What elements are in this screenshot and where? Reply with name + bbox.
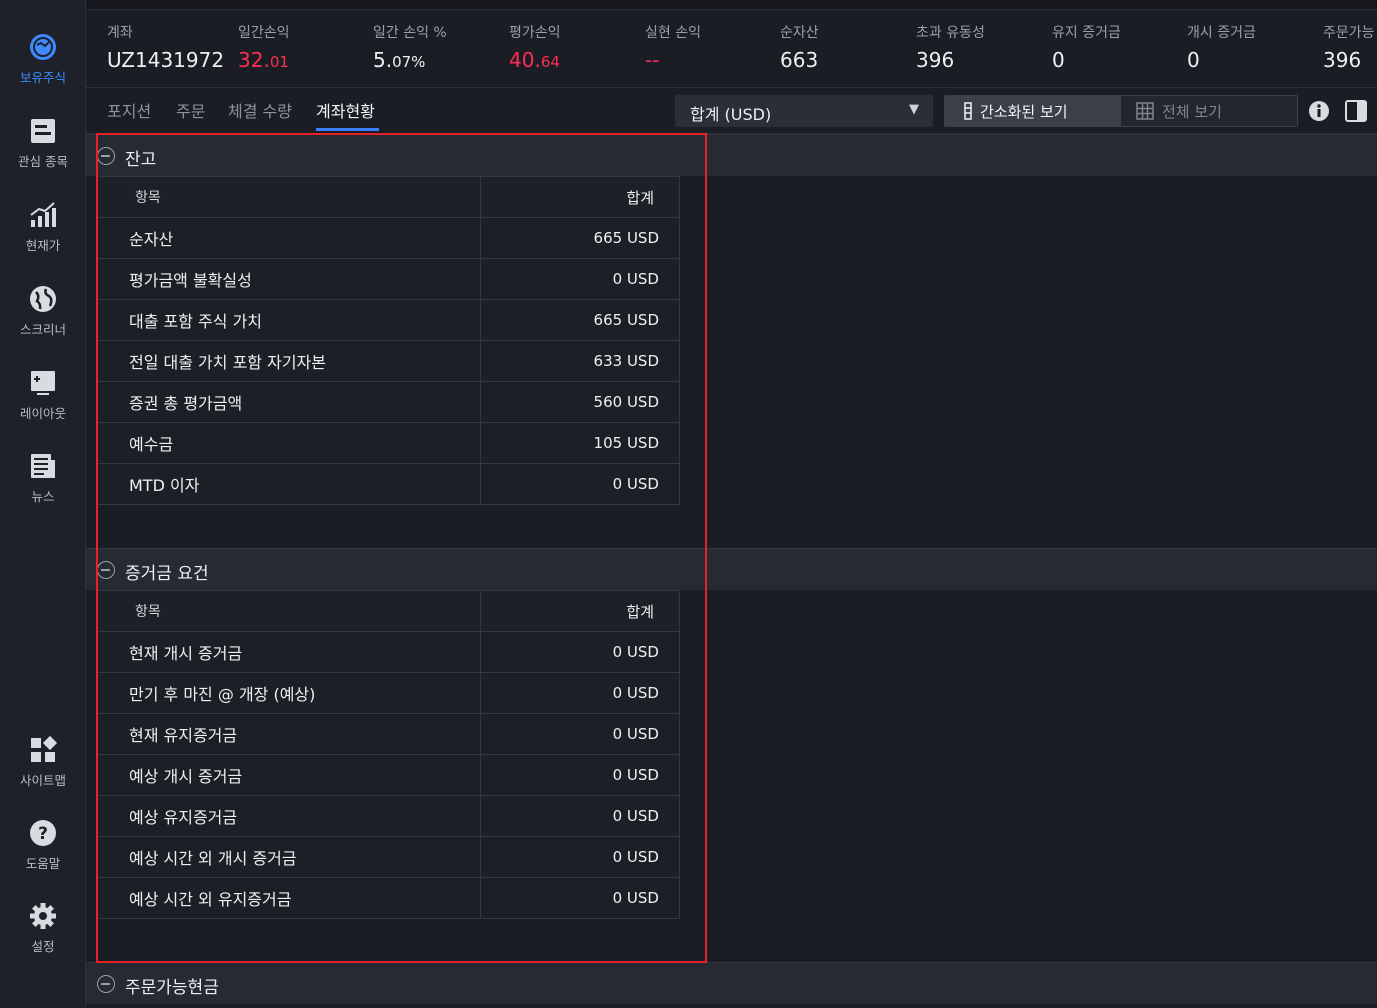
top-strip xyxy=(86,0,1377,10)
simple-view-button[interactable]: 간소화된 보기 xyxy=(944,95,1120,127)
sidebar-item-help[interactable]: ? 도움말 xyxy=(0,818,86,888)
table-row: MTD 이자 0 USD xyxy=(95,463,680,505)
table-row: 전일 대출 가치 포함 자기자본 633 USD xyxy=(95,340,680,382)
sidebar-item-label: 현재가 xyxy=(25,238,61,253)
column-header-total: 합계 xyxy=(480,590,680,632)
watchlist-icon xyxy=(31,119,55,143)
sidebar-item-portfolio[interactable]: 보유주식 xyxy=(0,32,86,102)
section-header-margin[interactable]: 증거금 요건 xyxy=(86,548,1377,590)
table-row: 예상 유지증거금 0 USD xyxy=(95,795,680,837)
active-tab-indicator xyxy=(316,128,379,131)
sidebar-item-quote[interactable]: 현재가 xyxy=(0,200,86,270)
sidebar-item-news[interactable]: 뉴스 xyxy=(0,451,86,521)
table-row: 현재 유지증거금 0 USD xyxy=(95,713,680,755)
section-title: 잔고 xyxy=(125,150,157,170)
sidebar-item-label: 레이아웃 xyxy=(19,406,66,421)
account-status-panel: 잔고 항목 합계 순자산 665 USD 평가금액 불확실성 0 USD 대출 포함… xyxy=(86,134,1377,1008)
portfolio-icon xyxy=(30,34,56,60)
sidebar-item-label: 보유주식 xyxy=(19,70,66,85)
table-header-row: 항목 합계 xyxy=(95,590,680,632)
column-header-item: 항목 xyxy=(95,176,482,218)
info-icon[interactable] xyxy=(1308,100,1330,122)
section-header-balance[interactable]: 잔고 xyxy=(86,134,1377,176)
sidebar-item-label: 뉴스 xyxy=(31,489,55,504)
sidebar-item-settings[interactable]: 설정 xyxy=(0,901,86,971)
margin-table: 항목 합계 현재 개시 증거금 0 USD 만기 후 마진 @ 개장 (예상) 0 … xyxy=(95,590,680,919)
balance-table: 항목 합계 순자산 665 USD 평가금액 불확실성 0 USD 대출 포함 주식… xyxy=(95,176,680,505)
quote-chart-icon xyxy=(30,202,56,227)
sidebar-item-sitemap[interactable]: 사이트맵 xyxy=(0,735,86,805)
tab-bar: 포지션 주문 체결 수량 계좌현황 합계 (USD) ▼ 간소화된 보기 전체 … xyxy=(86,88,1377,134)
sidebar-item-label: 스크리너 xyxy=(19,322,66,337)
full-view-icon xyxy=(1136,102,1154,120)
sidebar-item-screener[interactable]: 스크리너 xyxy=(0,284,86,354)
sidebar-item-label: 설정 xyxy=(31,939,55,954)
table-row: 순자산 665 USD xyxy=(95,217,680,259)
sidebar-item-watchlist[interactable]: 관심 종목 xyxy=(0,116,86,186)
layout-icon xyxy=(31,371,55,395)
collapse-icon[interactable] xyxy=(97,561,115,579)
currency-select[interactable]: 합계 (USD) ▼ xyxy=(675,95,933,127)
section-title: 주문가능현금 xyxy=(125,978,219,998)
column-header-item: 항목 xyxy=(95,590,482,632)
full-view-button[interactable]: 전체 보기 xyxy=(1120,95,1298,127)
sidebar-item-label: 도움말 xyxy=(25,856,61,871)
table-row: 예수금 105 USD xyxy=(95,422,680,464)
sidebar-item-label: 사이트맵 xyxy=(19,773,66,788)
account-summary-bar: 계좌 UZ1431972 일간손익 32.01 일간 손익 % 5.07% 평가… xyxy=(86,10,1377,88)
news-icon xyxy=(31,454,55,478)
panel-toggle-icon[interactable] xyxy=(1345,100,1367,122)
table-row: 예상 시간 외 유지증거금 0 USD xyxy=(95,877,680,919)
table-row: 만기 후 마진 @ 개장 (예상) 0 USD xyxy=(95,672,680,714)
tab-positions[interactable]: 포지션 xyxy=(107,98,151,122)
globe-icon xyxy=(30,286,56,312)
svg-text:?: ? xyxy=(38,824,48,844)
column-header-total: 합계 xyxy=(480,176,680,218)
table-row: 대출 포함 주식 가치 665 USD xyxy=(95,299,680,341)
settings-icon xyxy=(30,903,56,929)
table-row: 평가금액 불확실성 0 USD xyxy=(95,258,680,300)
table-row: 증권 총 평가금액 560 USD xyxy=(95,381,680,423)
section-title: 증거금 요건 xyxy=(125,564,209,584)
tab-orders[interactable]: 주문 xyxy=(176,98,205,122)
table-row: 현재 개시 증거금 0 USD xyxy=(95,631,680,673)
simple-view-icon xyxy=(964,102,972,120)
table-header-row: 항목 합계 xyxy=(95,176,680,218)
tab-account-status[interactable]: 계좌현황 xyxy=(316,98,375,122)
sitemap-icon xyxy=(31,735,58,762)
help-icon: ? xyxy=(30,820,56,846)
caret-down-icon: ▼ xyxy=(909,102,919,117)
sidebar: 보유주식 관심 종목 현재가 스크리너 레이아웃 뉴스 사이트맵 ? 도움말 설… xyxy=(0,0,86,1008)
tab-executions[interactable]: 체결 수량 xyxy=(228,98,292,122)
currency-select-value: 합계 (USD) xyxy=(690,105,772,124)
table-row: 예상 개시 증거금 0 USD xyxy=(95,754,680,796)
section-header-available-cash[interactable]: 주문가능현금 xyxy=(86,962,1377,1004)
sidebar-item-label: 관심 종목 xyxy=(18,154,68,169)
sidebar-item-layout[interactable]: 레이아웃 xyxy=(0,368,86,438)
collapse-icon[interactable] xyxy=(97,147,115,165)
collapse-icon[interactable] xyxy=(97,975,115,993)
table-row: 예상 시간 외 개시 증거금 0 USD xyxy=(95,836,680,878)
